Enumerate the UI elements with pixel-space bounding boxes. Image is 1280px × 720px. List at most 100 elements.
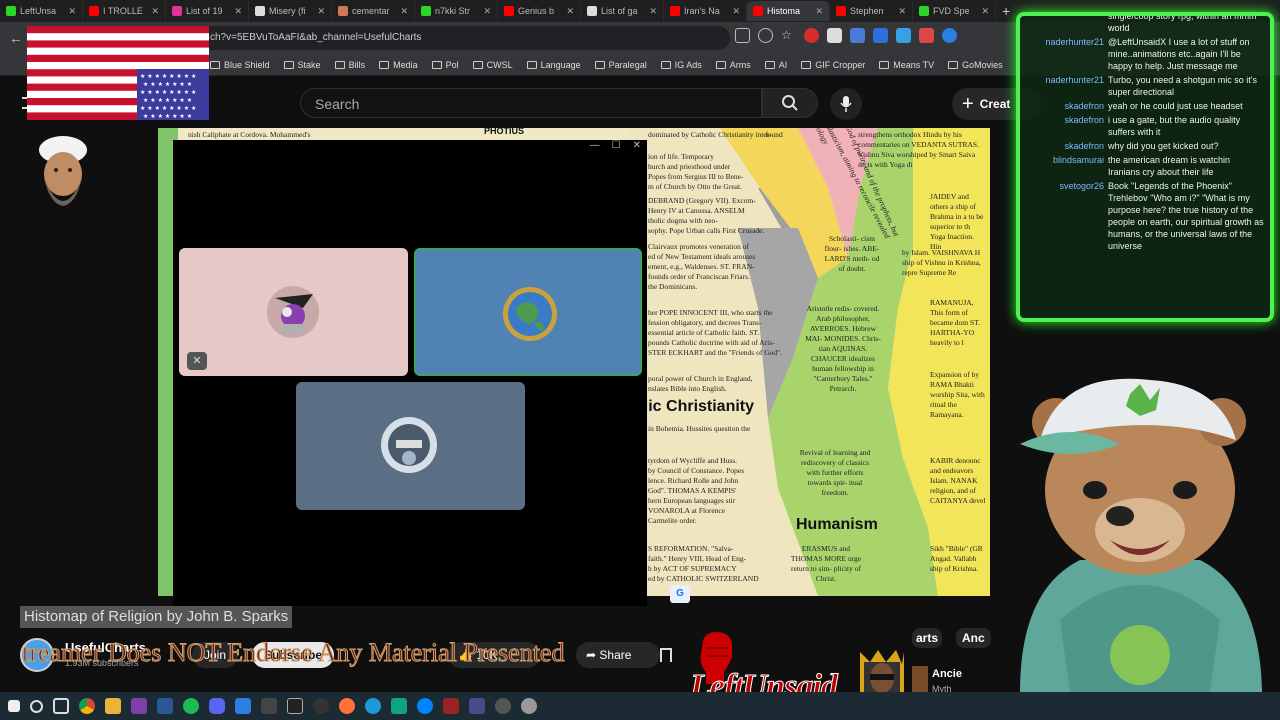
- browser-tab[interactable]: List of 19 ✕: [166, 1, 249, 21]
- tab-title: n7kki Str: [435, 6, 471, 16]
- bookmark-item[interactable]: IG Ads: [660, 60, 702, 70]
- zoom-icon[interactable]: [758, 28, 773, 43]
- close-icon[interactable]: ✕: [633, 140, 641, 154]
- bookmark-item[interactable]: Pol: [431, 60, 459, 70]
- chatgpt-icon[interactable]: [391, 698, 407, 714]
- voice-search-button[interactable]: [830, 88, 862, 120]
- bookmark-item[interactable]: Paralegal: [594, 60, 647, 70]
- related-video-title[interactable]: Ancie: [932, 668, 962, 680]
- save-icon[interactable]: [660, 648, 672, 662]
- extension-red-icon[interactable]: [804, 28, 819, 43]
- bookmark-item[interactable]: Blue Shield: [210, 60, 270, 70]
- browser-tab[interactable]: Histoma ✕: [747, 1, 830, 21]
- settings-gear-icon[interactable]: [521, 698, 537, 714]
- chrome-icon[interactable]: [79, 698, 95, 714]
- chat-username: blindsamurai: [1052, 155, 1104, 165]
- folder-icon: [526, 60, 537, 69]
- bookmark-item[interactable]: AI: [764, 60, 787, 70]
- browser-tab[interactable]: List of ga ✕: [581, 1, 664, 21]
- browser-tab[interactable]: I TROLLE ✕: [83, 1, 166, 21]
- tab-close-icon[interactable]: ✕: [981, 6, 989, 17]
- related-chip-2[interactable]: Anc: [956, 628, 991, 648]
- taskbar-app-icon[interactable]: [261, 698, 277, 714]
- browser-tab[interactable]: LeftUnsa ✕: [0, 1, 83, 21]
- related-chip-1[interactable]: arts: [912, 628, 943, 648]
- obs-icon[interactable]: [313, 698, 329, 714]
- browser-tab[interactable]: Iran's Na ✕: [664, 1, 747, 21]
- extension-translate-icon[interactable]: [850, 28, 865, 43]
- task-view-icon[interactable]: [53, 698, 69, 714]
- extension-wave-icon[interactable]: [873, 28, 888, 43]
- extension-mail-icon[interactable]: [919, 28, 934, 43]
- taskbar-app-icon-2[interactable]: [443, 698, 459, 714]
- related-video-thumbnail[interactable]: [912, 666, 928, 692]
- install-icon[interactable]: [735, 28, 750, 43]
- discord-icon[interactable]: [209, 698, 225, 714]
- epic-games-icon[interactable]: [287, 698, 303, 714]
- tab-title: List of 19: [186, 6, 223, 16]
- bookmark-item[interactable]: GIF Cropper: [801, 60, 865, 70]
- call-window[interactable]: — ☐ ✕ ✕: [173, 140, 647, 606]
- search-input[interactable]: Search: [300, 88, 762, 118]
- browser-tab[interactable]: FVD Spe ✕: [913, 1, 996, 21]
- maximize-icon[interactable]: ☐: [612, 140, 621, 154]
- file-explorer-icon[interactable]: [105, 698, 121, 714]
- chat-username: skadefron: [1064, 101, 1104, 111]
- extension-doc-icon[interactable]: [827, 28, 842, 43]
- bookmark-item[interactable]: CWSL: [472, 60, 513, 70]
- participant-tile-1[interactable]: ✕: [179, 248, 408, 376]
- new-tab-icon[interactable]: +: [996, 3, 1016, 19]
- messenger-icon[interactable]: [417, 698, 433, 714]
- search-icon[interactable]: [30, 699, 43, 713]
- browser-tab[interactable]: Misery (fi ✕: [249, 1, 332, 21]
- tab-close-icon[interactable]: ✕: [649, 6, 657, 17]
- minimize-icon[interactable]: —: [590, 140, 600, 154]
- browser-tab[interactable]: n7kki Str ✕: [415, 1, 498, 21]
- tab-close-icon[interactable]: ✕: [317, 6, 325, 17]
- participant-tile-3[interactable]: [296, 382, 525, 510]
- bookmark-item[interactable]: Stake: [283, 60, 321, 70]
- taskbar-app-icon-4[interactable]: [495, 698, 511, 714]
- address-bar[interactable]: ch?v=5EBVuToAaFI&ab_channel=UsefulCharts: [200, 26, 730, 50]
- browser-tab[interactable]: cementar ✕: [332, 1, 415, 21]
- mail-icon[interactable]: [235, 698, 251, 714]
- search-button[interactable]: [762, 88, 818, 118]
- star-icon[interactable]: ☆: [781, 28, 796, 43]
- tab-close-icon[interactable]: ✕: [732, 6, 740, 17]
- bookmark-item[interactable]: GoMovies: [948, 60, 1003, 70]
- taskbar-app-icon-3[interactable]: [469, 698, 485, 714]
- bookmark-item[interactable]: Bills: [334, 60, 365, 70]
- share-button[interactable]: ➦ Share: [576, 642, 660, 668]
- word-icon[interactable]: [157, 698, 173, 714]
- extension-grid-icon[interactable]: [896, 28, 911, 43]
- bookmark-item[interactable]: Language: [526, 60, 581, 70]
- firefox-icon[interactable]: [339, 698, 355, 714]
- windows-start-icon[interactable]: [8, 700, 20, 712]
- bookmark-item[interactable]: Arms: [715, 60, 751, 70]
- tab-close-icon[interactable]: ✕: [234, 6, 242, 17]
- browser-tab[interactable]: Stephen ✕: [830, 1, 913, 21]
- tab-close-icon[interactable]: ✕: [400, 6, 408, 17]
- browser-tab[interactable]: Genius b ✕: [498, 1, 581, 21]
- avatar: [267, 286, 319, 338]
- spotify-icon[interactable]: [183, 698, 199, 714]
- tab-close-icon[interactable]: ✕: [898, 6, 906, 17]
- edge-icon[interactable]: [365, 698, 381, 714]
- participant-tile-2[interactable]: [414, 248, 642, 376]
- onenote-icon[interactable]: [131, 698, 147, 714]
- back-arrow-icon[interactable]: ←: [2, 24, 30, 52]
- chat-text: i use a gate, but the audio quality suff…: [1108, 115, 1241, 137]
- tab-close-icon[interactable]: ✕: [151, 6, 159, 17]
- extension-puzzle-icon[interactable]: [942, 28, 957, 43]
- tab-favicon-icon: [670, 6, 680, 16]
- tab-close-icon[interactable]: ✕: [483, 6, 491, 17]
- translate-icon[interactable]: G: [670, 585, 690, 603]
- chat-message: skadefron i use a gate, but the audio qua…: [1020, 114, 1270, 138]
- tab-close-icon[interactable]: ✕: [566, 6, 574, 17]
- bookmark-item[interactable]: Media: [379, 60, 418, 70]
- tab-close-icon[interactable]: ✕: [815, 6, 823, 17]
- bookmark-item[interactable]: Means TV: [879, 60, 934, 70]
- tab-close-icon[interactable]: ✕: [68, 6, 76, 17]
- map-text-line: in Bohemia. Hussites question the: [648, 424, 751, 433]
- tab-favicon-icon: [753, 6, 763, 16]
